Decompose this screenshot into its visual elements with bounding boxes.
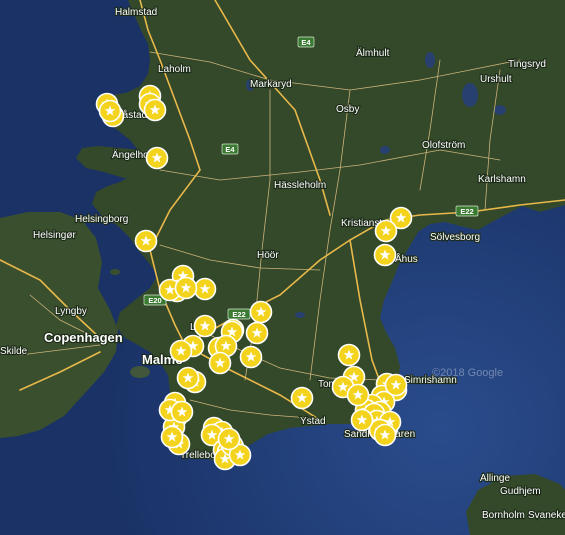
map-marker[interactable] bbox=[373, 423, 397, 447]
place-label: Helsingborg bbox=[75, 214, 128, 225]
place-label: Helsingør bbox=[33, 230, 76, 241]
map-marker[interactable] bbox=[374, 219, 398, 243]
place-label: Copenhagen bbox=[44, 330, 123, 345]
map-marker[interactable] bbox=[208, 351, 232, 375]
place-label: Höör bbox=[257, 250, 279, 261]
place-label: Allinge bbox=[480, 473, 510, 484]
place-label: Svaneke bbox=[528, 510, 565, 521]
map-marker[interactable] bbox=[143, 98, 167, 122]
road-shield-label: E22 bbox=[232, 310, 245, 319]
ven-island bbox=[110, 269, 120, 275]
place-label: Ystad bbox=[300, 416, 326, 427]
place-label: Tingsryd bbox=[508, 59, 546, 70]
map-marker[interactable] bbox=[346, 383, 370, 407]
saltholm-island bbox=[130, 366, 150, 378]
road-shield-e22-lund: E22 bbox=[227, 308, 251, 320]
road-shield-e4-south: E4 bbox=[221, 143, 239, 155]
map-marker[interactable] bbox=[337, 343, 361, 367]
place-label: Skilde bbox=[0, 346, 28, 357]
map-canvas[interactable]: E4 E4 E22 E20 E22 Halmstad Älmhult Lahol… bbox=[0, 0, 565, 535]
place-label: Gudhjem bbox=[500, 486, 541, 497]
google-watermark: ©2018 Google bbox=[432, 367, 503, 379]
road-shield-label: E4 bbox=[225, 145, 235, 154]
map-marker[interactable] bbox=[193, 277, 217, 301]
map-marker[interactable] bbox=[239, 345, 263, 369]
map-marker[interactable] bbox=[290, 386, 314, 410]
map-marker[interactable] bbox=[384, 373, 408, 397]
road-shield-e22-solvesborg: E22 bbox=[455, 205, 479, 217]
place-label: Karlshamn bbox=[478, 174, 526, 185]
place-label: Markaryd bbox=[250, 79, 292, 90]
map-marker[interactable] bbox=[176, 366, 200, 390]
road-shield-label: E4 bbox=[301, 38, 311, 47]
place-label: Urshult bbox=[480, 74, 512, 85]
map-marker[interactable] bbox=[174, 276, 198, 300]
road-shield-label: E22 bbox=[460, 207, 473, 216]
map-marker[interactable] bbox=[98, 99, 122, 123]
place-label: Sölvesborg bbox=[430, 232, 480, 243]
map-marker[interactable] bbox=[193, 314, 217, 338]
map-marker[interactable] bbox=[373, 243, 397, 267]
map-marker[interactable] bbox=[350, 408, 374, 432]
map-marker[interactable] bbox=[249, 300, 273, 324]
place-label: Laholm bbox=[158, 64, 191, 75]
place-label: Osby bbox=[336, 104, 359, 115]
map-marker[interactable] bbox=[134, 229, 158, 253]
map-marker[interactable] bbox=[160, 425, 184, 449]
place-label: Älmhult bbox=[356, 47, 390, 59]
map-marker[interactable] bbox=[245, 321, 269, 345]
place-label: Olofström bbox=[422, 140, 465, 151]
place-label: Halmstad bbox=[115, 7, 157, 18]
road-shield-label: E20 bbox=[148, 296, 161, 305]
map-marker[interactable] bbox=[145, 146, 169, 170]
place-label: Lyngby bbox=[55, 306, 87, 317]
place-label: Bornholm bbox=[482, 510, 525, 521]
place-label: Åhus bbox=[395, 252, 418, 265]
place-label: Hässleholm bbox=[274, 180, 326, 191]
map-marker[interactable] bbox=[170, 400, 194, 424]
road-shield-e4-north: E4 bbox=[297, 36, 315, 48]
map-marker[interactable] bbox=[217, 427, 241, 451]
map-marker[interactable] bbox=[169, 339, 193, 363]
